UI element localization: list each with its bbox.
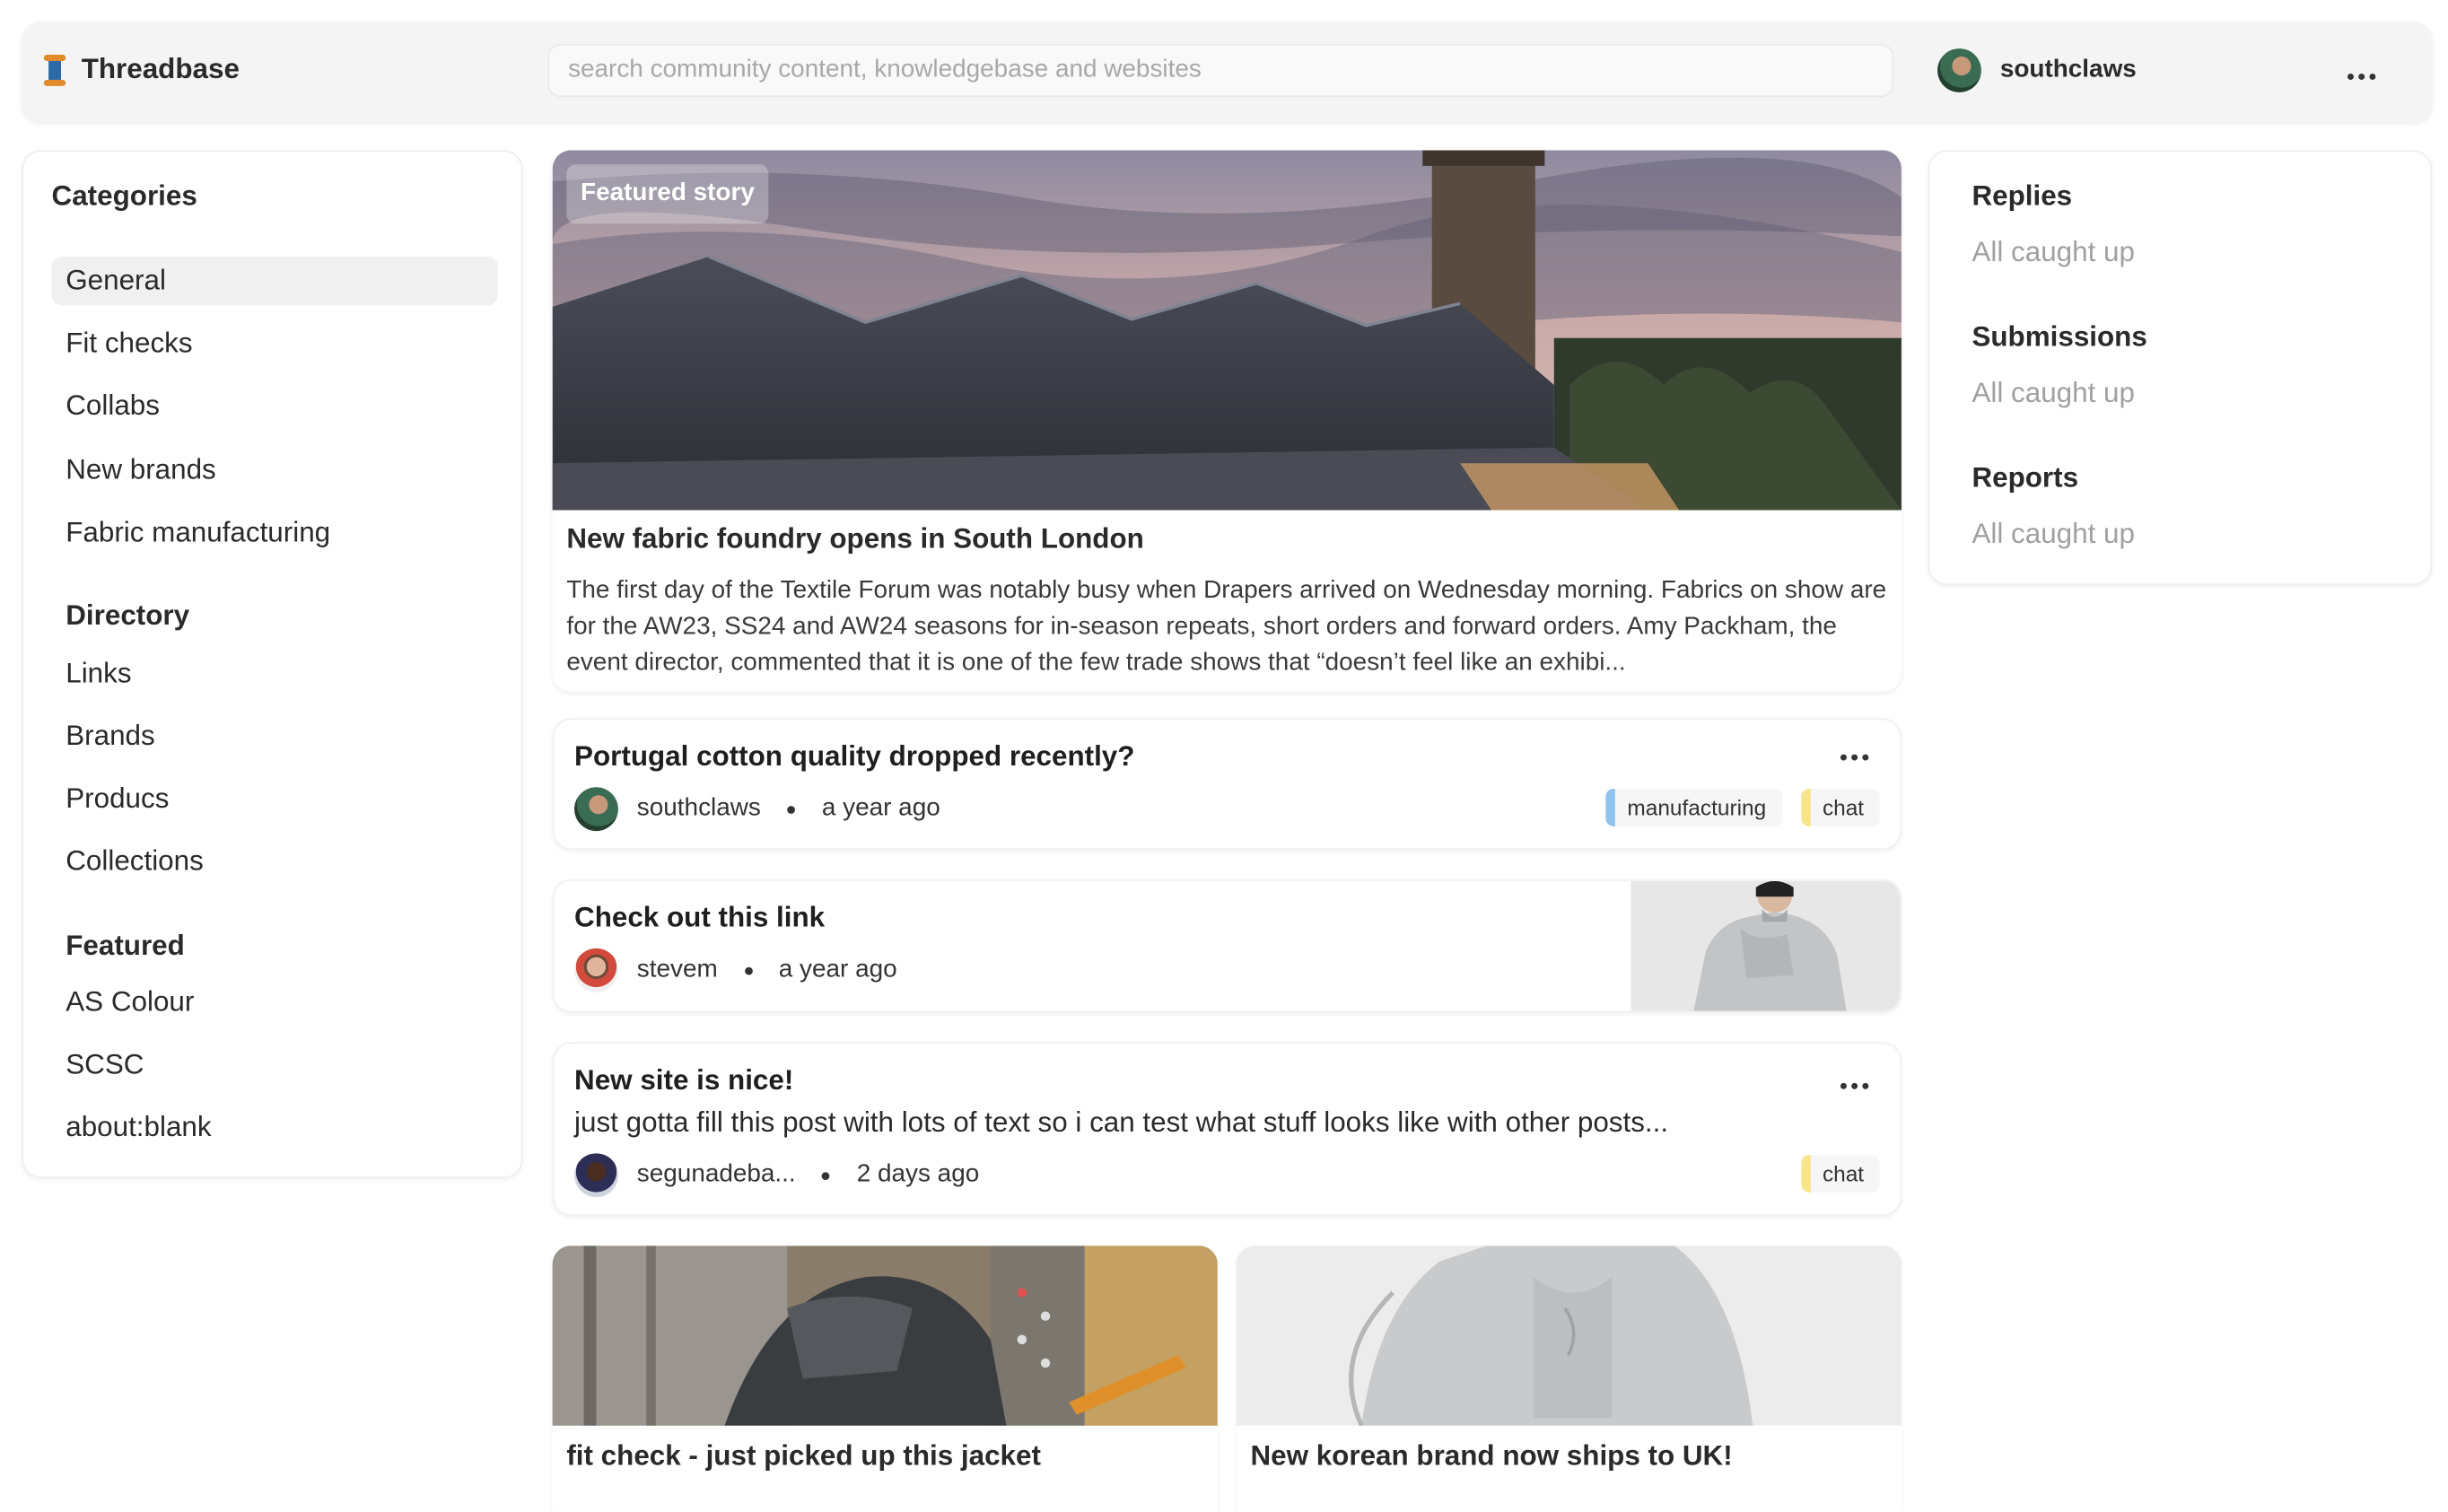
sidebar-item-as-colour[interactable]: AS Colour	[52, 978, 498, 1027]
separator-dot	[744, 966, 753, 974]
post-tile-image	[552, 1245, 1218, 1426]
post-tile[interactable]: New korean brand now ships to UK!	[1236, 1245, 1902, 1512]
app-name: Threadbase	[81, 53, 240, 85]
tag-chat[interactable]: chat	[1800, 788, 1880, 826]
post-card[interactable]: Portugal cotton quality dropped recently…	[552, 718, 1902, 850]
sidebar-title: Categories	[51, 179, 197, 212]
post-options-icon[interactable]	[1834, 748, 1875, 767]
post-title[interactable]: Portugal cotton quality dropped recently…	[574, 740, 1134, 773]
post-options-icon[interactable]	[1834, 1077, 1875, 1096]
categories-sidebar: Categories General Fit checks Collabs Ne…	[22, 150, 523, 1179]
post-tile-image	[1236, 1245, 1902, 1426]
sidebar-item-collabs[interactable]: Collabs	[52, 382, 498, 431]
page: Threadbase southclaws Categories General…	[0, 0, 2448, 1512]
sidebar-item-producs[interactable]: Producs	[52, 774, 498, 823]
directory-heading: Directory	[66, 599, 190, 631]
sidebar-item-about-blank[interactable]: about:blank	[52, 1104, 498, 1152]
post-tile[interactable]: fit check - just picked up this jacket	[552, 1245, 1218, 1512]
sidebar-item-links[interactable]: Links	[52, 650, 498, 698]
featured-story-badge: Featured story	[566, 164, 769, 224]
notifications-panel: Replies All caught up Submissions All ca…	[1928, 150, 2433, 586]
sidebar-item-fabric-manufacturing[interactable]: Fabric manufacturing	[52, 509, 498, 557]
sidebar-item-general[interactable]: General	[51, 257, 498, 306]
sidebar-item-collections[interactable]: Collections	[52, 837, 498, 886]
link-post-card[interactable]: Check out this link stevem a year ago	[552, 879, 1902, 1013]
user-profile[interactable]: southclaws	[1937, 48, 2137, 92]
reports-heading[interactable]: Reports	[1972, 461, 2078, 494]
featured-story-title[interactable]: New fabric foundry opens in South London	[566, 522, 1144, 555]
post-meta: segunadeba... 2 days ago	[574, 1153, 980, 1198]
replies-heading[interactable]: Replies	[1972, 180, 2072, 214]
post-author[interactable]: southclaws	[637, 795, 761, 823]
featured-story-card[interactable]: Featured story New fabric foundry opens …	[552, 150, 1902, 692]
search-input[interactable]	[547, 43, 1894, 98]
avatar	[1937, 48, 1981, 92]
post-excerpt: just gotta fill this post with lots of t…	[574, 1106, 1669, 1138]
post-tile-title[interactable]: fit check - just picked up this jacket	[566, 1439, 1041, 1473]
post-card[interactable]: New site is nice! just gotta fill this p…	[552, 1042, 1902, 1217]
username: southclaws	[1999, 56, 2137, 83]
post-meta: stevem a year ago	[574, 948, 897, 992]
more-options-icon[interactable]	[2341, 67, 2382, 86]
thread-spool-icon	[43, 54, 66, 86]
submissions-status: All caught up	[1972, 377, 2135, 409]
top-bar: Threadbase southclaws	[22, 22, 2433, 123]
post-tile-title[interactable]: New korean brand now ships to UK!	[1250, 1439, 1732, 1473]
replies-status: All caught up	[1972, 236, 2135, 268]
author-avatar[interactable]	[574, 787, 618, 832]
sidebar-item-fit-checks[interactable]: Fit checks	[52, 319, 498, 368]
link-thumbnail[interactable]	[1631, 880, 1901, 1012]
post-time: 2 days ago	[856, 1161, 980, 1188]
post-author[interactable]: segunadeba...	[637, 1161, 796, 1189]
author-avatar[interactable]	[574, 948, 618, 992]
separator-dot	[787, 805, 796, 814]
sidebar-item-new-brands[interactable]: New brands	[52, 446, 498, 494]
separator-dot	[822, 1171, 831, 1180]
post-title[interactable]: Check out this link	[574, 902, 825, 935]
submissions-heading[interactable]: Submissions	[1972, 321, 2146, 354]
post-time: a year ago	[778, 956, 897, 983]
post-tags: chat	[1800, 1155, 1880, 1193]
post-title[interactable]: New site is nice!	[574, 1064, 793, 1097]
sidebar-item-scsc[interactable]: SCSC	[52, 1041, 498, 1089]
post-author[interactable]: stevem	[637, 957, 718, 984]
post-meta: southclaws a year ago	[574, 787, 940, 832]
tag-chat[interactable]: chat	[1800, 1155, 1880, 1193]
tag-manufacturing[interactable]: manufacturing	[1605, 788, 1782, 826]
sidebar-item-brands[interactable]: Brands	[52, 712, 498, 761]
featured-heading: Featured	[66, 929, 185, 961]
author-avatar[interactable]	[574, 1153, 618, 1198]
brand[interactable]: Threadbase	[43, 53, 240, 86]
featured-story-body: The first day of the Textile Forum was n…	[566, 577, 1887, 677]
post-tags: manufacturing chat	[1605, 788, 1880, 826]
post-time: a year ago	[821, 794, 940, 822]
reports-status: All caught up	[1972, 518, 2135, 550]
